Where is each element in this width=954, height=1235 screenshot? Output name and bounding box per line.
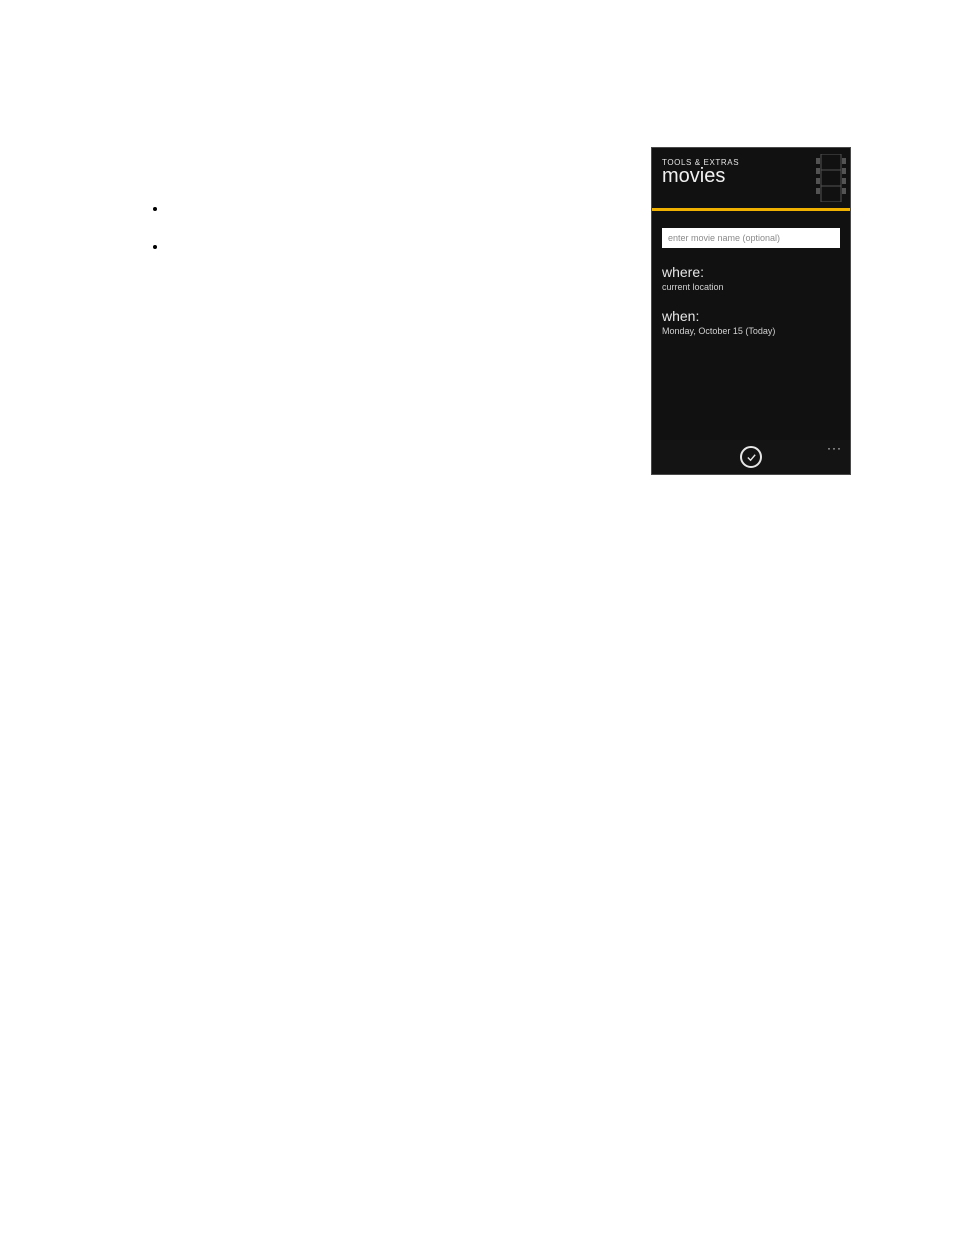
page-title: movies: [662, 165, 840, 188]
when-field[interactable]: when: Monday, October 15 (Today): [662, 308, 840, 336]
where-value: current location: [662, 282, 840, 292]
where-label: where:: [662, 264, 840, 280]
app-bar: ···: [652, 440, 850, 474]
checkmark-icon: [746, 452, 757, 463]
form-content: where: current location when: Monday, Oc…: [652, 220, 850, 440]
when-value: Monday, October 15 (Today): [662, 326, 840, 336]
bullet-item: [168, 238, 178, 248]
movie-name-input[interactable]: [662, 228, 840, 248]
where-field[interactable]: where: current location: [662, 264, 840, 292]
app-header: TOOLS & EXTRAS movies: [652, 148, 850, 208]
bullet-item: [168, 200, 178, 210]
accent-divider: [652, 208, 850, 211]
confirm-button[interactable]: [740, 446, 762, 468]
bullet-list: [150, 200, 178, 276]
phone-screenshot: TOOLS & EXTRAS movies: [651, 147, 851, 475]
film-strip-icon: [816, 154, 846, 202]
when-label: when:: [662, 308, 840, 324]
more-icon: ···: [827, 441, 842, 455]
document-page: TOOLS & EXTRAS movies: [0, 0, 954, 1235]
more-button[interactable]: ···: [827, 444, 842, 452]
